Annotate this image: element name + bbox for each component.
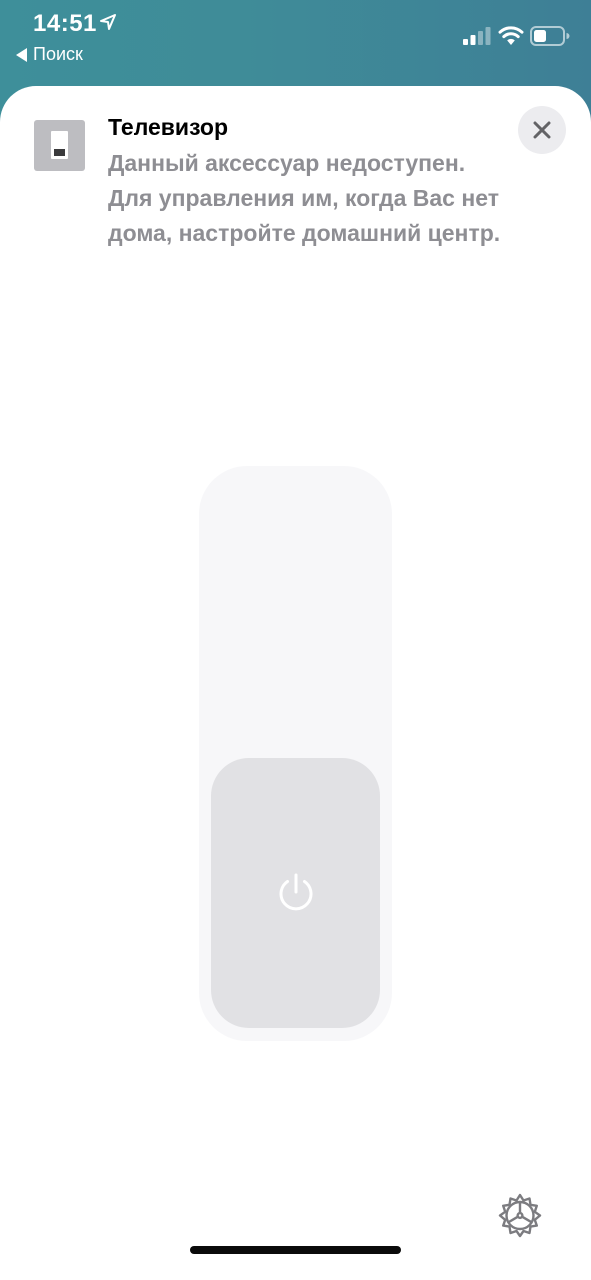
light-switch-icon <box>34 120 85 171</box>
accessory-detail-sheet: Телевизор Данный аксессуар недоступен. Д… <box>0 86 591 1280</box>
wifi-icon <box>498 26 524 45</box>
battery-icon <box>530 26 570 46</box>
accessory-status-message: Данный аксессуар недоступен. Для управле… <box>108 150 501 246</box>
close-icon <box>533 121 551 139</box>
location-arrow-icon <box>100 14 116 30</box>
switch-plate <box>51 131 68 159</box>
accessory-name: Телевизор <box>108 114 229 140</box>
close-button[interactable] <box>518 106 566 154</box>
power-icon <box>279 873 312 911</box>
back-to-search-link[interactable]: Поиск <box>16 44 83 65</box>
status-bar: 14:51 Поиск <box>0 0 591 86</box>
back-label: Поиск <box>33 44 83 64</box>
power-switch-track[interactable] <box>199 466 392 1041</box>
switch-toggle-mark <box>54 149 65 156</box>
power-switch-knob[interactable] <box>211 758 380 1028</box>
status-time: 14:51 <box>33 10 97 37</box>
cellular-signal-icon <box>463 27 491 45</box>
back-triangle-icon <box>16 47 27 62</box>
gear-icon[interactable] <box>496 1192 544 1240</box>
home-indicator[interactable] <box>190 1246 401 1254</box>
